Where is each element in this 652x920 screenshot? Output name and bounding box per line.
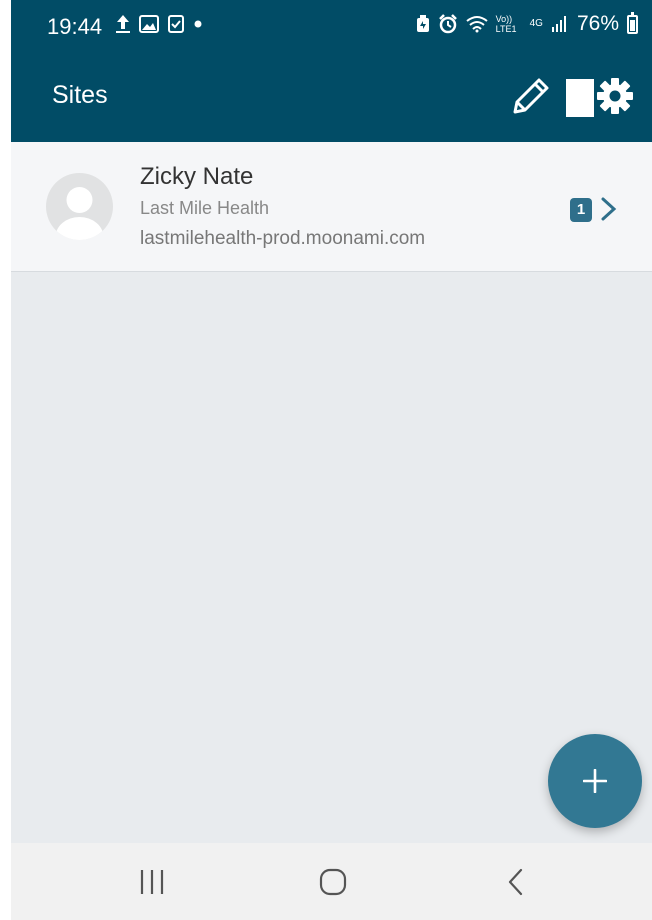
signal-icon <box>551 16 566 32</box>
battery-saver-icon <box>416 15 429 32</box>
app-screen: 19:44 Vo)) LTE1 4G 76% Sites Zicky Nate … <box>11 0 652 920</box>
add-site-button[interactable] <box>548 734 642 828</box>
user-silhouette-icon <box>55 187 104 240</box>
account-count-badge: 1 <box>570 198 592 222</box>
status-right-icons: Vo)) LTE1 4G 76% <box>416 11 638 36</box>
wifi-icon <box>466 16 488 33</box>
site-list-item[interactable]: Zicky Nate Last Mile Health lastmileheal… <box>11 142 652 272</box>
chevron-right-icon[interactable] <box>600 195 618 223</box>
battery-icon <box>627 11 638 34</box>
settings-icon[interactable] <box>595 76 635 116</box>
plus-icon <box>583 769 607 793</box>
battery-percent: 76% <box>576 12 619 35</box>
back-icon[interactable] <box>501 867 531 897</box>
upload-icon <box>116 15 130 33</box>
site-organization: Last Mile Health <box>140 198 270 218</box>
clipboard-check-icon <box>168 15 184 33</box>
redacted-block <box>566 79 594 117</box>
system-nav-bar <box>11 843 652 920</box>
recent-apps-icon[interactable] <box>137 867 167 897</box>
page-title: Sites <box>52 81 108 109</box>
alarm-icon <box>438 14 457 34</box>
site-url: lastmilehealth-prod.moonami.com <box>140 228 426 249</box>
home-icon[interactable] <box>318 867 348 897</box>
edit-icon[interactable] <box>509 74 553 118</box>
app-bar: Sites <box>11 47 652 142</box>
4g-icon: 4G <box>529 18 543 29</box>
dot-icon <box>194 20 202 28</box>
site-name: Zicky Nate <box>140 163 254 190</box>
status-left-icons <box>115 14 203 34</box>
status-time: 19:44 <box>47 14 103 39</box>
status-bar: 19:44 Vo)) LTE1 4G 76% <box>11 0 652 47</box>
volte-icon: Vo)) LTE1 <box>495 14 517 34</box>
avatar <box>46 173 113 240</box>
image-icon <box>139 15 159 33</box>
